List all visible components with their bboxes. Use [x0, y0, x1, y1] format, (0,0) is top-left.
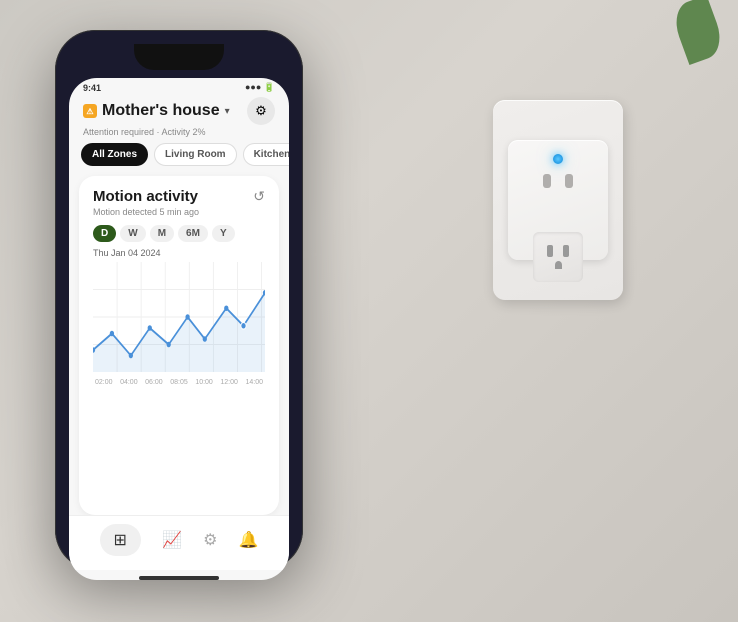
x-label-6: 14:00 [245, 379, 263, 386]
title-group: ⚠ Mother's house ▾ [83, 102, 230, 120]
phone-device: 9:41 ●●● 🔋 ⚠ Mother's house ▾ ⚙ Attentio… [55, 30, 303, 570]
phone-notch [134, 44, 224, 70]
motion-activity-card: Motion activity ↺ Motion detected 5 min … [79, 176, 279, 515]
motion-chart: 02:00 04:00 06:00 08:05 10:00 12:00 14:0… [93, 262, 265, 392]
phone-screen: 9:41 ●●● 🔋 ⚠ Mother's house ▾ ⚙ Attentio… [69, 78, 289, 580]
x-label-3: 08:05 [170, 379, 188, 386]
pass-through-outlet [533, 232, 583, 282]
outlet-top [543, 174, 573, 188]
x-label-0: 02:00 [95, 379, 113, 386]
time-btn-m[interactable]: M [150, 225, 174, 242]
bottom-nav: ⊞ 📈 ⚙ 🔔 [69, 515, 289, 570]
x-label-5: 12:00 [220, 379, 238, 386]
status-bar: 9:41 ●●● 🔋 [69, 78, 289, 95]
motion-card-header: Motion activity ↺ [93, 188, 265, 205]
home-indicator [139, 576, 219, 580]
grid-icon: ⊞ [114, 530, 127, 550]
x-label-1: 04:00 [120, 379, 138, 386]
nav-notifications[interactable]: 🔔 [239, 530, 259, 550]
outlet-slots-row [547, 245, 569, 257]
chart-svg [93, 262, 265, 372]
status-icons: ●●● 🔋 [245, 82, 275, 93]
time-btn-w[interactable]: W [120, 225, 145, 242]
tab-living-room[interactable]: Living Room [154, 143, 237, 166]
chart-icon: 📈 [162, 530, 182, 550]
warning-icon: ⚠ [83, 104, 97, 118]
nav-home[interactable]: ⊞ [100, 524, 141, 556]
date-label: Thu Jan 04 2024 [93, 248, 265, 258]
outlet-slot-small-right [563, 245, 569, 257]
house-title[interactable]: Mother's house [102, 102, 220, 120]
motion-subtitle: Motion detected 5 min ago [93, 207, 265, 217]
time-btn-d[interactable]: D [93, 225, 116, 242]
bell-icon: 🔔 [239, 530, 259, 550]
nav-activity[interactable]: 📈 [162, 530, 182, 550]
header-subtitle: Attention required · Activity 2% [83, 127, 275, 137]
motion-title: Motion activity [93, 188, 198, 205]
app-header: ⚠ Mother's house ▾ ⚙ Attention required … [69, 95, 289, 143]
history-icon[interactable]: ↺ [253, 188, 265, 205]
plug-led [553, 154, 563, 164]
header-row: ⚠ Mother's house ▾ ⚙ [83, 97, 275, 125]
smart-plug-wrapper [493, 100, 623, 300]
nav-settings[interactable]: ⚙ [203, 530, 217, 550]
x-label-2: 06:00 [145, 379, 163, 386]
outlet-slot-left [543, 174, 551, 188]
tab-all-zones[interactable]: All Zones [81, 143, 148, 166]
wall-plate [493, 100, 623, 300]
time-btn-y[interactable]: Y [212, 225, 235, 242]
outlet-slot-right [565, 174, 573, 188]
settings-nav-icon: ⚙ [203, 530, 217, 550]
settings-button[interactable]: ⚙ [247, 97, 275, 125]
chevron-down-icon[interactable]: ▾ [225, 106, 230, 117]
tab-kitchen[interactable]: Kitchen [243, 143, 289, 166]
time-selector: D W M 6M Y [93, 225, 265, 242]
outlet-slot-small-left [547, 245, 553, 257]
outlet-ground [555, 261, 562, 269]
x-axis-labels: 02:00 04:00 06:00 08:05 10:00 12:00 14:0… [93, 379, 265, 386]
time-btn-6m[interactable]: 6M [178, 225, 208, 242]
x-label-4: 10:00 [195, 379, 213, 386]
zone-tabs: All Zones Living Room Kitchen Bath [69, 143, 289, 166]
time-display: 9:41 [83, 83, 101, 93]
gear-icon: ⚙ [255, 103, 267, 119]
